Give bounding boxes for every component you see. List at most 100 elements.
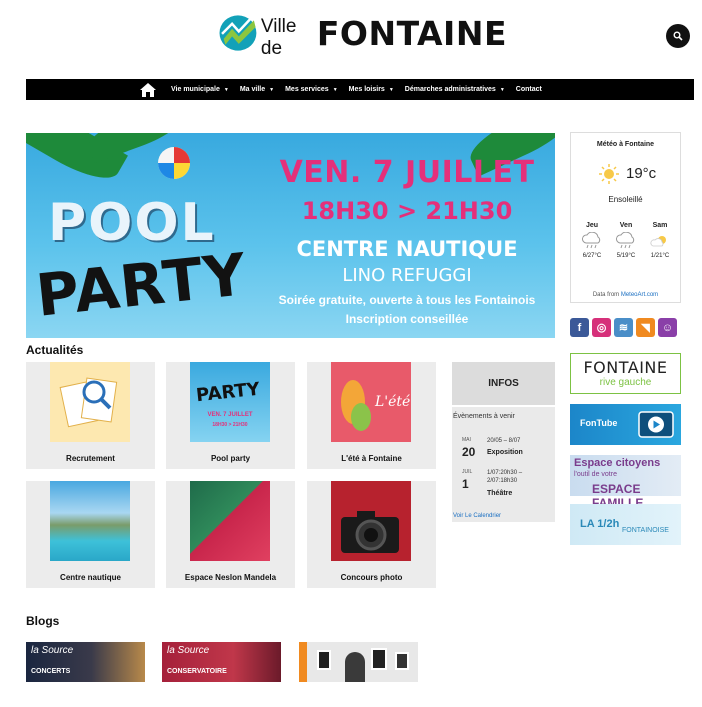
news-card-label: Espace Neslon Mandela — [184, 573, 277, 582]
visitor-figure — [345, 652, 365, 682]
blog-card-concerts[interactable]: la Source CONCERTS — [26, 642, 145, 682]
hero-banner[interactable]: POOL PARTY VEN. 7 JUILLET 18H30 > 21H30 … — [26, 133, 555, 338]
play-icon — [638, 411, 674, 438]
news-card-label: Concours photo — [340, 573, 403, 582]
news-card-concours-photo[interactable]: Concours photo — [307, 481, 436, 588]
espace-mandela-image — [190, 481, 270, 561]
weather-title: Météo à Fontaine — [596, 141, 655, 148]
camera-icon — [341, 511, 399, 553]
news-card-label: Recrutement — [66, 454, 115, 463]
blog-label: CONSERVATOIRE — [167, 668, 227, 675]
people-icon[interactable]: ☺ — [658, 318, 677, 337]
cloud-rain-icon — [582, 232, 601, 249]
news-card-recrutement[interactable]: Recrutement — [26, 362, 155, 469]
home-icon[interactable] — [139, 82, 157, 98]
forecast-range: 5/19°C — [616, 253, 636, 259]
pool-party-image: PARTY VEN. 7 JUILLET 18H30 > 21H30 — [190, 362, 270, 442]
instagram-icon[interactable]: ◎ — [592, 318, 611, 337]
sun-cloud-icon — [650, 236, 666, 247]
event-dates: 1/07:20h30 – 2/07:18h30 — [487, 470, 523, 484]
forecast-day: Jeu 6/27°C — [577, 222, 607, 259]
blog-brand: la Source — [167, 645, 210, 656]
event-dates: 20/05 – 8/07 — [487, 438, 521, 444]
pool-party-thumb-time: 18H30 > 21H30 — [212, 422, 248, 428]
hero-place: CENTRE NAUTIQUE — [296, 237, 518, 261]
news-card-ete-fontaine[interactable]: L'été L'été à Fontaine — [307, 362, 436, 469]
blog-brand-stripe — [299, 642, 307, 682]
blog-card-expo[interactable] — [299, 642, 418, 682]
nav-item-ma-ville[interactable]: Ma ville ▼ — [240, 86, 274, 93]
hero-word-pool: POOL — [48, 193, 216, 253]
site-logo[interactable]: Ville de FONTAINE — [217, 8, 507, 59]
actualites-heading: Actualités — [26, 343, 84, 357]
nav-item-contact[interactable]: Contact — [516, 86, 542, 93]
hero-place-name: LINO REFUGGI — [342, 265, 472, 286]
banner-subtitle: rive gauche — [599, 377, 652, 388]
logo-text-big: FONTAINE — [316, 13, 507, 53]
infos-panel: INFOS Évènements à venir MAI 20 20/05 – … — [452, 362, 555, 522]
event-month: MAI — [462, 437, 471, 443]
forecast-day-name: Jeu — [585, 222, 599, 229]
search-button[interactable] — [666, 24, 690, 48]
rss-icon[interactable]: ◥ — [636, 318, 655, 337]
nav-label: Ma ville — [239, 86, 266, 93]
chevron-down-icon: ▼ — [223, 86, 229, 93]
nav-item-demarches[interactable]: Démarches administratives ▼ — [405, 86, 505, 93]
event-name: Théâtre — [487, 490, 513, 497]
fruit-illustration-icon: L'été — [341, 380, 410, 431]
weather-widget: Météo à Fontaine 19°c Ensoleillé Jeu 6/2… — [570, 132, 681, 303]
forecast-day: Sam 1/21°C — [645, 222, 675, 259]
forecast-range: 1/21°C — [650, 253, 670, 259]
chevron-down-icon: ▼ — [332, 86, 338, 93]
blog-card-conservatoire[interactable]: la Source CONSERVATOIRE — [162, 642, 281, 682]
hero-date: VEN. 7 JUILLET — [279, 155, 535, 190]
exhibition-frame — [371, 648, 387, 670]
sun-icon — [599, 164, 619, 184]
chevron-down-icon: ▼ — [499, 86, 505, 93]
event-item[interactable]: JUIL 1 1/07:20h30 – 2/07:18h30 Théâtre — [458, 469, 554, 501]
news-card-centre-nautique[interactable]: Centre nautique — [26, 481, 155, 588]
document-icon — [59, 377, 118, 428]
hero-word-party: PARTY — [33, 240, 250, 330]
banner-subtitle: l'outil de votre — [574, 471, 617, 478]
chevron-down-icon: ▼ — [388, 86, 394, 93]
layers-icon[interactable]: ≋ — [614, 318, 633, 337]
nav-item-mes-services[interactable]: Mes services ▼ — [285, 86, 338, 93]
exhibition-frame — [317, 650, 331, 670]
news-card-pool-party[interactable]: PARTY VEN. 7 JUILLET 18H30 > 21H30 Pool … — [166, 362, 295, 469]
beach-ball-icon — [158, 147, 190, 179]
forecast-range: 6/27°C — [582, 253, 602, 259]
espace-citoyens-banner[interactable]: Espace citoyens l'outil de votre ESPACE … — [570, 455, 681, 510]
event-item[interactable]: MAI 20 20/05 – 8/07 Exposition — [458, 437, 554, 469]
weather-forecast: Jeu 6/27°C Ven 5/19°C Sam 1/21°C — [577, 222, 675, 259]
news-card-espace-mandela[interactable]: Espace Neslon Mandela — [166, 481, 295, 588]
svg-text:L'été: L'été — [374, 394, 410, 410]
weather-source-link[interactable]: MeteoArt.com — [621, 292, 658, 298]
fontaine-rive-gauche-banner[interactable]: FONTAINE rive gauche — [570, 353, 681, 394]
pool-party-thumb-text: PARTY — [195, 378, 261, 407]
hero-subtitle-2: Inscription conseillée — [345, 312, 469, 326]
nav-label: Mes loisirs — [348, 86, 385, 93]
facebook-icon[interactable]: f — [570, 318, 589, 337]
weather-source: Data from MeteoArt.com — [571, 292, 680, 298]
event-day: 20 — [462, 445, 476, 459]
demi-heure-fontainoise-banner[interactable]: LA 1/2h FONTAINOISE — [570, 504, 681, 545]
banner-title: LA 1/2h — [580, 518, 620, 530]
weather-source-prefix: Data from — [592, 292, 620, 298]
nav-item-vie-municipale[interactable]: Vie municipale ▼ — [171, 86, 229, 93]
nav-label: Démarches administratives — [404, 86, 496, 93]
calendar-link[interactable]: Voir Le Calendrier — [453, 513, 501, 519]
forecast-day-name: Sam — [652, 222, 668, 229]
exhibition-frame — [395, 652, 409, 670]
event-month: JUIL — [462, 469, 473, 475]
nav-item-mes-loisirs[interactable]: Mes loisirs ▼ — [349, 86, 394, 93]
forecast-day: Ven 5/19°C — [611, 222, 641, 259]
weather-temperature: 19°c — [626, 165, 657, 182]
blogs-heading: Blogs — [26, 614, 60, 628]
banner-subtitle: FONTAINOISE — [622, 527, 669, 534]
fontube-banner[interactable]: FonTube — [570, 404, 681, 445]
main-nav: Vie municipale ▼ Ma ville ▼ Mes services ▼ … — [26, 79, 694, 100]
blog-brand: la Source — [31, 645, 74, 656]
nav-label: Contact — [515, 86, 542, 93]
news-card-label: Pool party — [210, 454, 251, 463]
